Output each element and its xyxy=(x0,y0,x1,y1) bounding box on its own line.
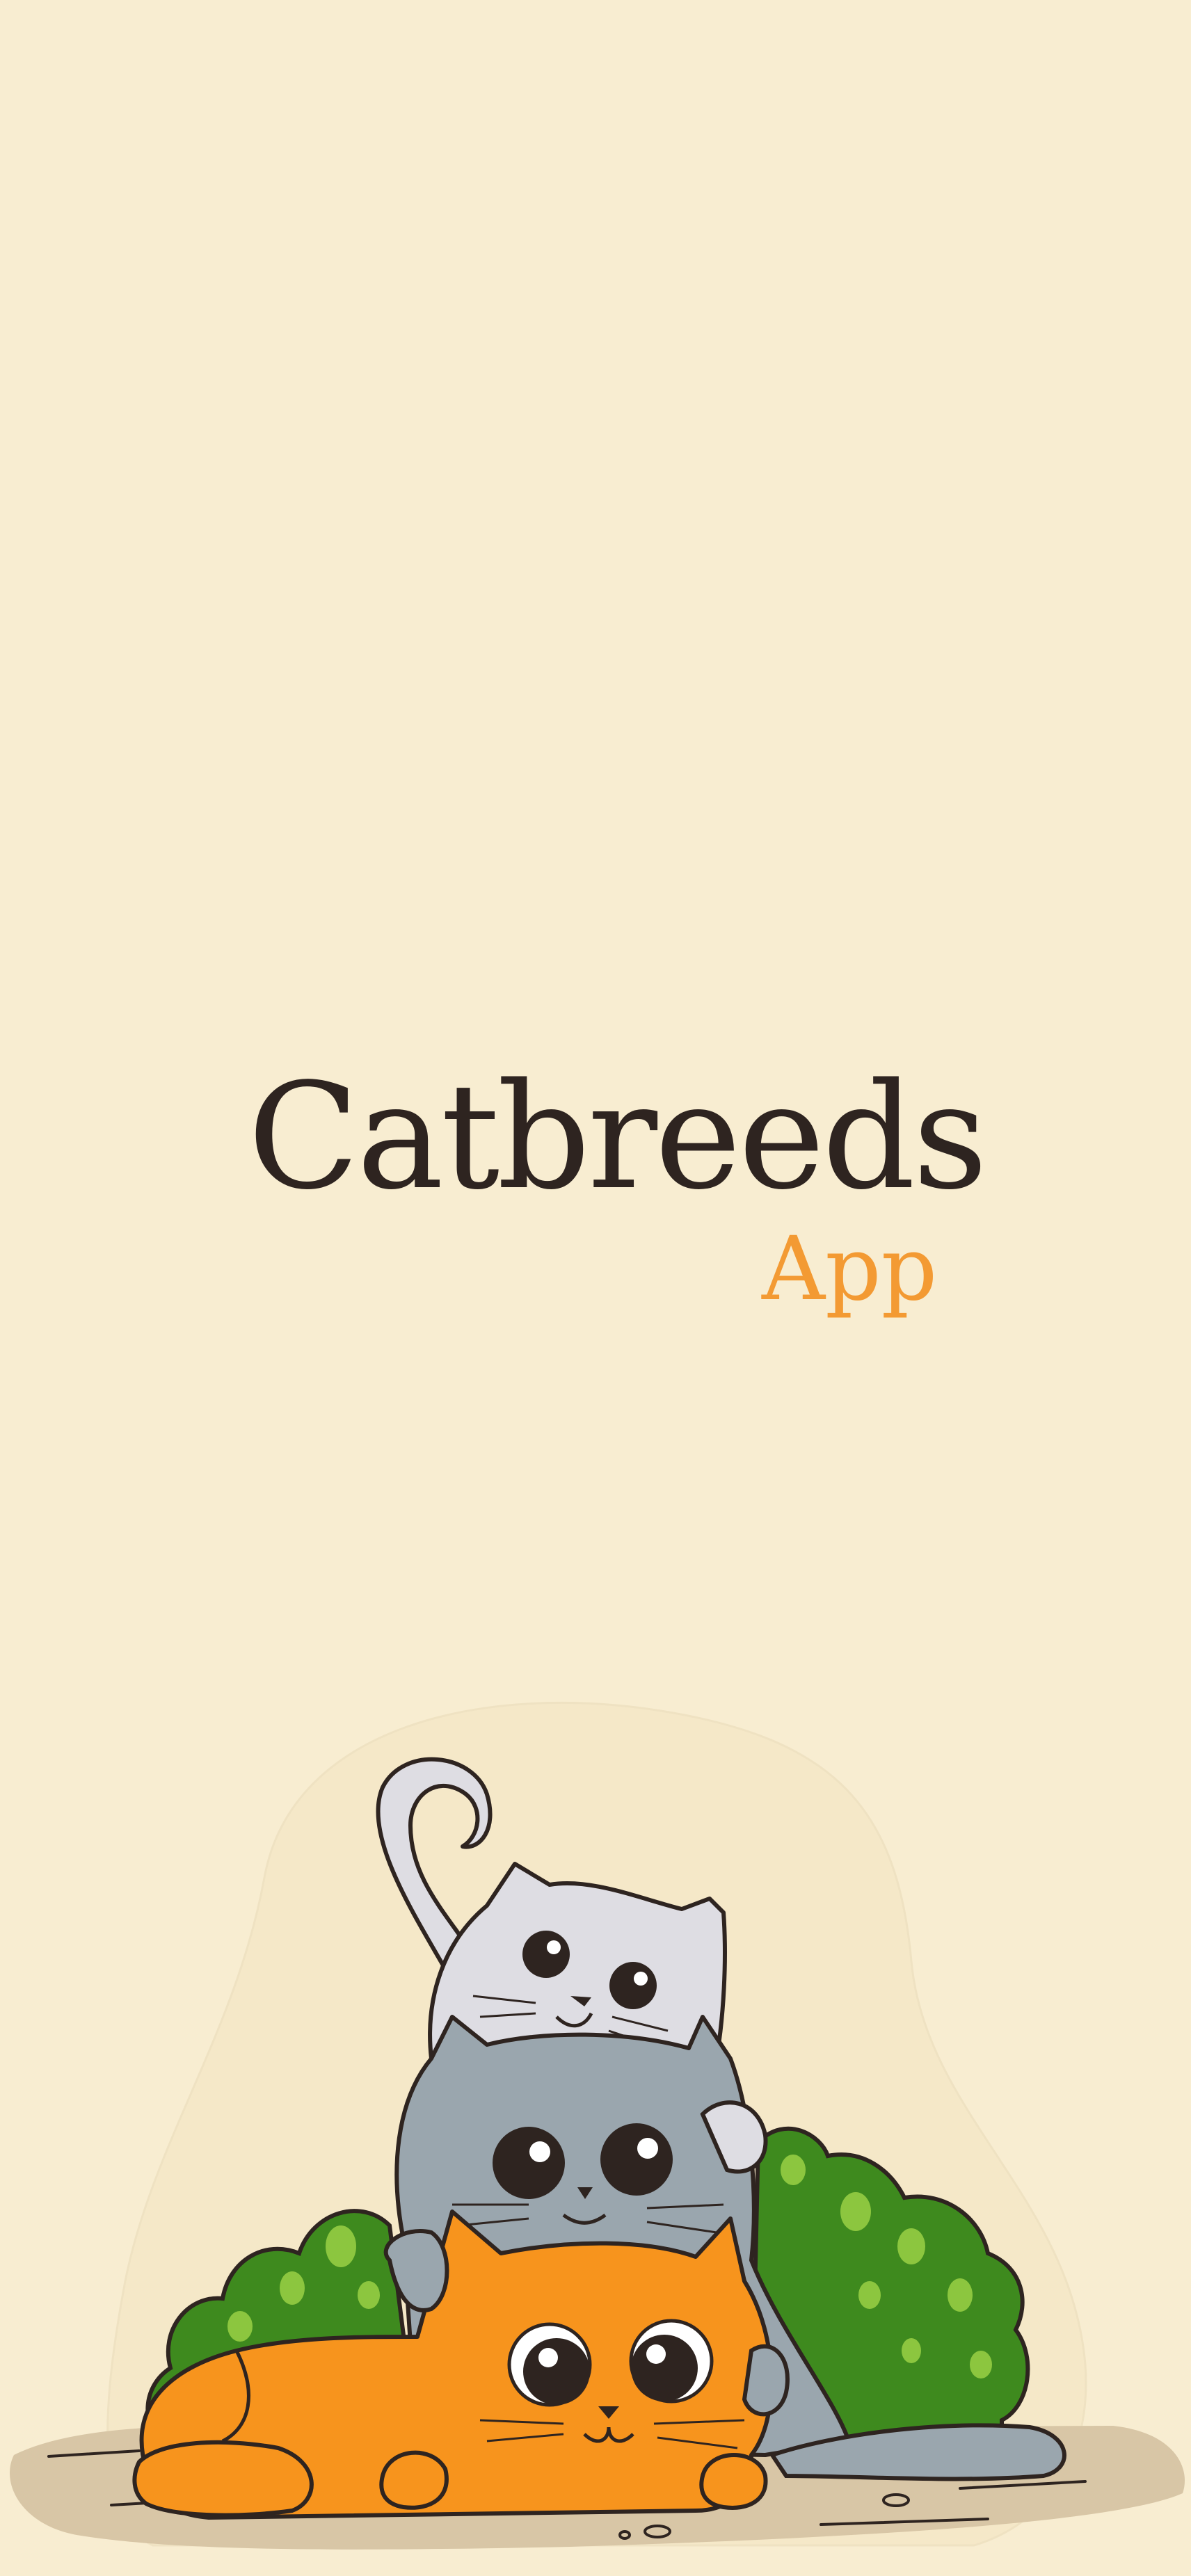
app-subtitle: App xyxy=(762,1218,938,1320)
app-title: Catbreeds xyxy=(248,1052,988,1222)
cats-illustration xyxy=(0,1669,1191,2576)
three-stacked-cats-icon xyxy=(10,1701,1185,2550)
